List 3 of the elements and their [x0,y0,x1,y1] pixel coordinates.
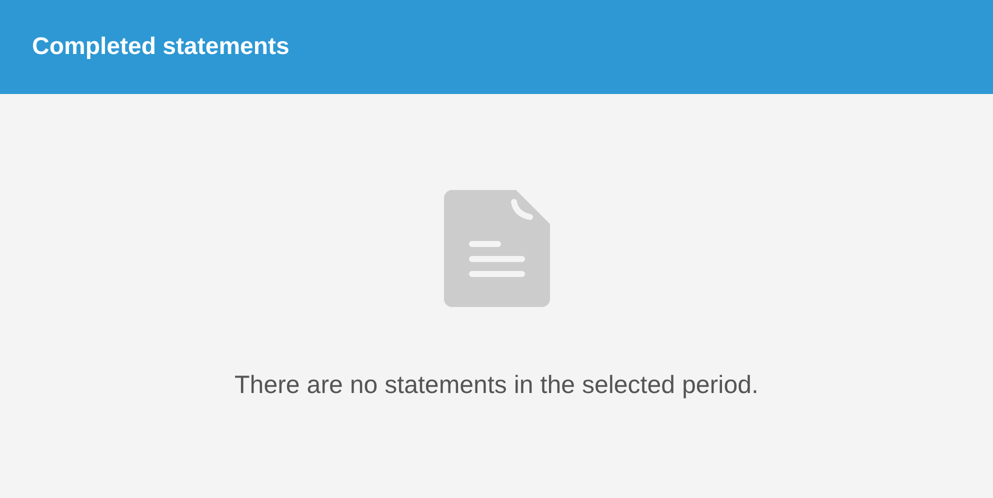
document-icon [444,190,550,307]
empty-message: There are no statements in the selected period. [234,370,758,401]
page-title: Completed statements [32,32,290,62]
